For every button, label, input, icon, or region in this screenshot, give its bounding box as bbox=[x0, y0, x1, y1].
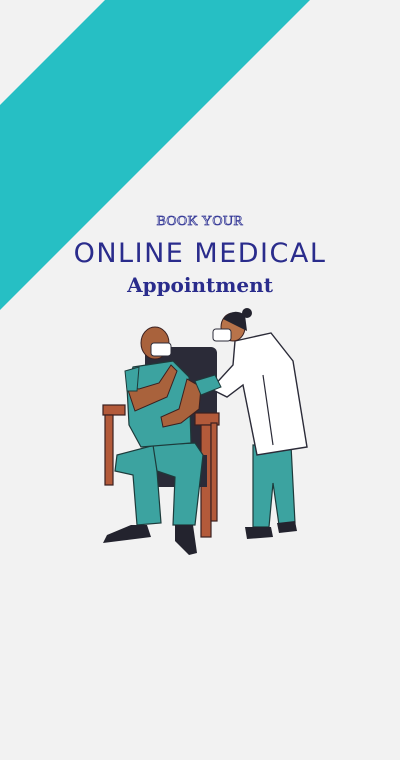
headline-kicker: BOOK YOUR bbox=[156, 214, 244, 230]
headline: BOOK YOUR ONLINE MEDICAL Appointment bbox=[0, 212, 400, 298]
vaccination-illustration-icon bbox=[102, 308, 308, 555]
headline-subtitle: Appointment bbox=[127, 273, 273, 297]
headline-title: ONLINE MEDICAL bbox=[73, 238, 327, 269]
